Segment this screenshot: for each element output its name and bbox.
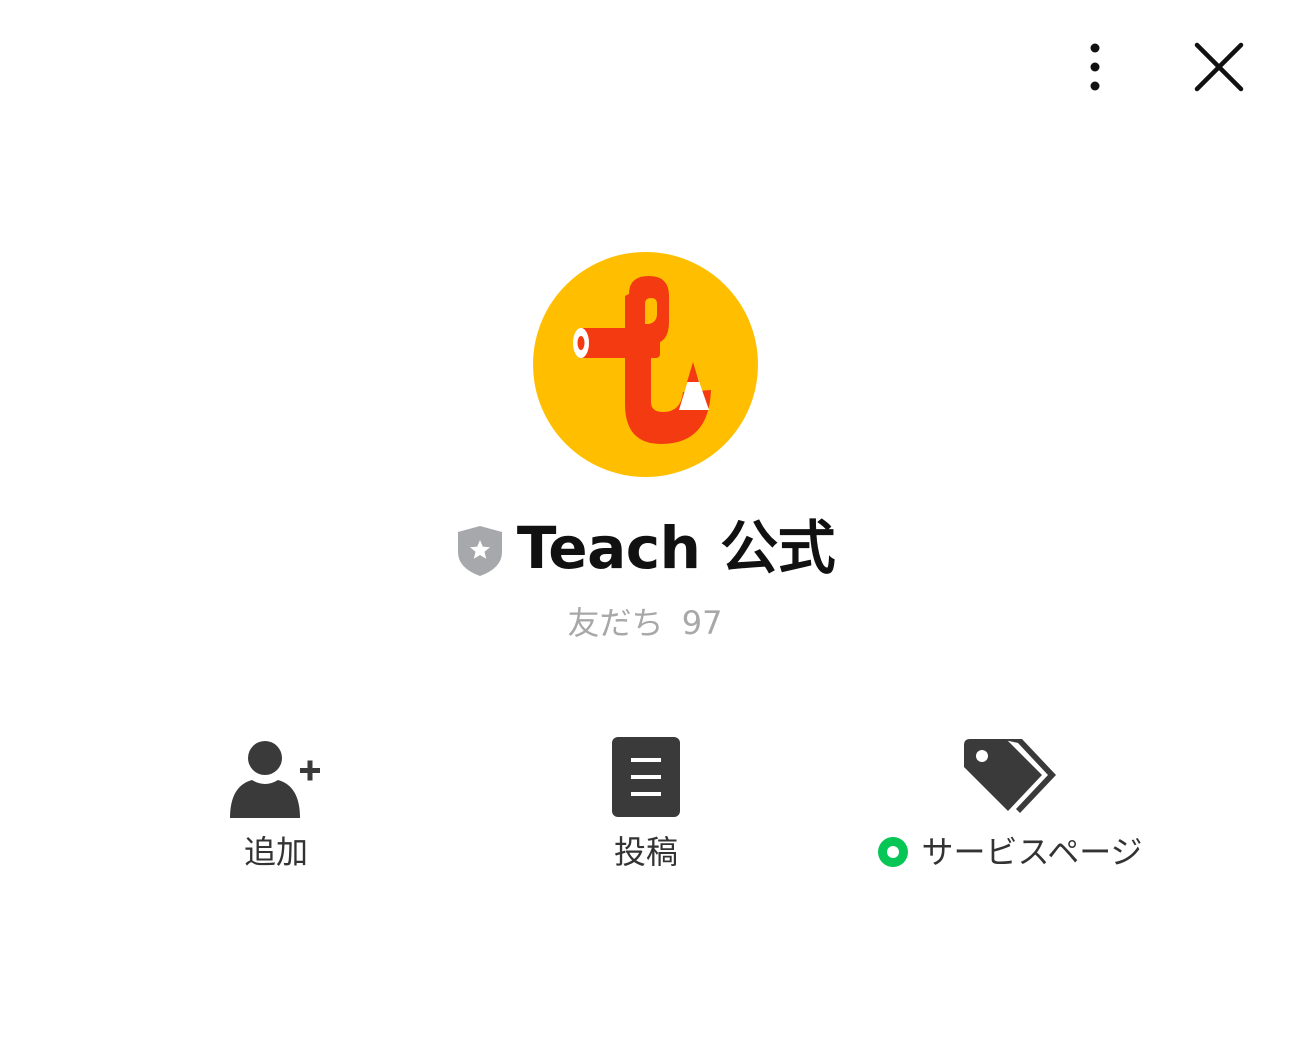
account-name: Teach 公式: [516, 514, 836, 582]
close-icon: [1194, 42, 1244, 92]
tags-icon: [964, 739, 1056, 813]
profile-name-row: Teach 公式: [0, 510, 1290, 586]
post-document-icon: [612, 737, 680, 817]
add-friend-icon: [230, 741, 320, 818]
friends-label: 友だち: [567, 604, 664, 642]
official-shield-icon: [457, 526, 502, 576]
add-friend-label: 追加: [243, 833, 308, 871]
status-dot-icon: [878, 837, 909, 867]
close-button[interactable]: [1188, 36, 1250, 98]
service-page-label: サービスページ: [921, 833, 1143, 871]
more-options-button[interactable]: [1074, 40, 1118, 96]
service-page-button[interactable]: サービスページ: [860, 732, 1160, 874]
posts-button[interactable]: 投稿: [566, 732, 726, 874]
add-friend-button[interactable]: 追加: [196, 732, 356, 874]
friends-number: 97: [681, 604, 723, 642]
posts-label: 投稿: [613, 833, 678, 871]
friends-count[interactable]: 友だち 97: [0, 598, 1290, 648]
teach-logo: [533, 252, 758, 477]
profile-avatar[interactable]: [533, 252, 758, 477]
more-vertical-icon: [1090, 43, 1100, 91]
